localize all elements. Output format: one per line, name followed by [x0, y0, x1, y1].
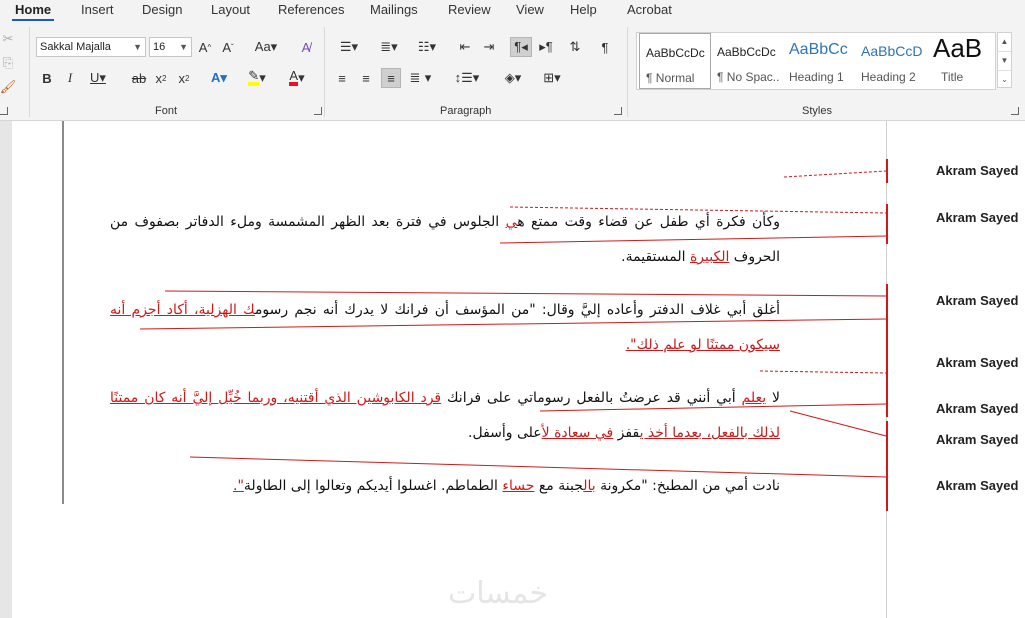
numbering-icon[interactable]: ≣▾ — [372, 37, 406, 57]
style-title[interactable]: AaB Title — [927, 33, 999, 89]
font-color-icon[interactable]: A ▾ — [281, 68, 313, 88]
style-normal[interactable]: AaBbCcDc ¶ Normal — [639, 33, 711, 89]
distributed-icon[interactable]: ▾ — [417, 68, 439, 88]
comment-connectors — [139, 170, 887, 478]
style-preview: AaBbCcDc — [646, 46, 705, 60]
line-spacing-icon[interactable]: ↕☰▾ — [450, 68, 484, 88]
connector-line — [789, 410, 887, 437]
paragraph-group-label: Paragraph — [440, 105, 492, 117]
connector-line — [164, 290, 887, 297]
increase-indent-icon[interactable]: ⇥ — [480, 37, 498, 57]
align-right-icon[interactable]: ≡ — [381, 68, 401, 88]
style-name: Title — [941, 70, 964, 84]
tab-review[interactable]: Review — [448, 2, 491, 17]
group-divider — [627, 27, 628, 117]
italic-icon[interactable]: I — [61, 68, 79, 88]
scroll-down-icon[interactable]: ▼ — [998, 52, 1011, 71]
chevron-down-icon: ▼ — [133, 42, 142, 52]
connector-line — [509, 206, 887, 214]
copy-icon[interactable]: ⎘ — [0, 53, 16, 73]
font-group-label: Font — [155, 105, 178, 117]
font-name-value: Sakkal Majalla — [40, 41, 111, 53]
borders-icon[interactable]: ⊞▾ — [535, 68, 569, 88]
shading-icon[interactable]: ◈▾ — [496, 68, 530, 88]
sort-icon[interactable]: ⇅ — [565, 37, 585, 57]
clipboard-launcher-icon[interactable] — [0, 107, 8, 115]
bullets-icon[interactable]: ☰▾ — [332, 37, 366, 57]
style-heading-1[interactable]: AaBbCc Heading 1 — [783, 33, 855, 89]
superscript-icon[interactable]: x2 — [175, 68, 193, 88]
style-name: ¶ No Spac... — [717, 70, 779, 84]
connector-line — [783, 170, 887, 178]
rtl-paragraph-icon[interactable]: ¶◂ — [510, 37, 532, 57]
show-marks-icon[interactable]: ¶ — [596, 37, 614, 57]
style-name: Heading 2 — [861, 70, 916, 84]
decrease-indent-icon[interactable]: ⇤ — [456, 37, 474, 57]
font-size-value: 16 — [153, 41, 166, 53]
tab-help[interactable]: Help — [570, 2, 597, 17]
connector-line — [499, 235, 887, 244]
font-size-combo[interactable]: 16 ▼ — [149, 37, 192, 57]
style-gallery-scroll[interactable]: ▲ ▼ ⌄ — [997, 32, 1012, 88]
text-effects-icon[interactable]: A▾ — [204, 68, 234, 88]
format-painter-icon[interactable]: 🖌 — [0, 77, 16, 97]
tab-view[interactable]: View — [516, 2, 544, 17]
cut-icon[interactable]: ✂ — [0, 29, 16, 49]
ribbon-tab-bar: Home Insert Design Layout References Mai… — [0, 0, 1025, 22]
connector-line — [139, 318, 887, 330]
multilevel-list-icon[interactable]: ☷▾ — [410, 37, 444, 57]
connector-line — [539, 403, 887, 412]
document-canvas: Akram Sayed Akram Sayed Akram Sayed Akra… — [0, 121, 1025, 618]
style-heading-2[interactable]: AaBbCcD Heading 2 — [855, 33, 927, 89]
tab-references[interactable]: References — [278, 2, 344, 17]
tab-design[interactable]: Design — [142, 2, 182, 17]
font-launcher-icon[interactable] — [314, 107, 322, 115]
highlight-color-icon[interactable]: ✎ ▾ — [241, 68, 273, 88]
style-preview: AaBbCcD — [861, 43, 923, 59]
connector-line — [189, 456, 887, 478]
style-preview: AaBbCc — [789, 41, 848, 58]
bold-icon[interactable]: B — [38, 68, 56, 88]
grow-font-icon[interactable]: A ^ — [196, 37, 214, 57]
font-name-combo[interactable]: Sakkal Majalla ▼ — [36, 37, 146, 57]
paragraph-launcher-icon[interactable] — [614, 107, 622, 115]
clear-formatting-icon[interactable]: A̸ — [296, 37, 316, 57]
change-case-icon[interactable]: Aa▾ — [250, 37, 282, 57]
tab-insert[interactable]: Insert — [81, 2, 114, 17]
shrink-font-icon[interactable]: Aˇ — [219, 37, 237, 57]
ltr-paragraph-icon[interactable]: ▸¶ — [536, 37, 556, 57]
style-preview: AaB — [933, 33, 983, 63]
underline-icon[interactable]: U▾ — [84, 68, 112, 88]
style-preview: AaBbCcDc — [717, 45, 776, 59]
style-no-spacing[interactable]: AaBbCcDc ¶ No Spac... — [711, 33, 783, 89]
tab-acrobat[interactable]: Acrobat — [627, 2, 672, 17]
style-name: ¶ Normal — [646, 71, 695, 85]
group-divider — [324, 27, 325, 117]
strikethrough-icon[interactable]: ab — [130, 68, 148, 88]
align-left-icon[interactable]: ≡ — [333, 68, 351, 88]
tab-home[interactable]: Home — [15, 2, 51, 17]
tab-mailings[interactable]: Mailings — [370, 2, 418, 17]
connector-line — [759, 370, 887, 374]
styles-group-label: Styles — [802, 105, 832, 117]
subscript-icon[interactable]: x2 — [152, 68, 170, 88]
scroll-up-icon[interactable]: ▲ — [998, 33, 1011, 52]
align-center-icon[interactable]: ≡ — [357, 68, 375, 88]
group-divider — [29, 27, 30, 117]
styles-launcher-icon[interactable] — [1011, 107, 1019, 115]
gallery-more-icon[interactable]: ⌄ — [998, 71, 1011, 89]
watermark: خمسات — [448, 576, 549, 611]
style-name: Heading 1 — [789, 70, 844, 84]
style-gallery: AaBbCcDc ¶ Normal AaBbCcDc ¶ No Spac... … — [636, 32, 996, 90]
tab-layout[interactable]: Layout — [211, 2, 250, 17]
chevron-down-icon: ▼ — [179, 42, 188, 52]
